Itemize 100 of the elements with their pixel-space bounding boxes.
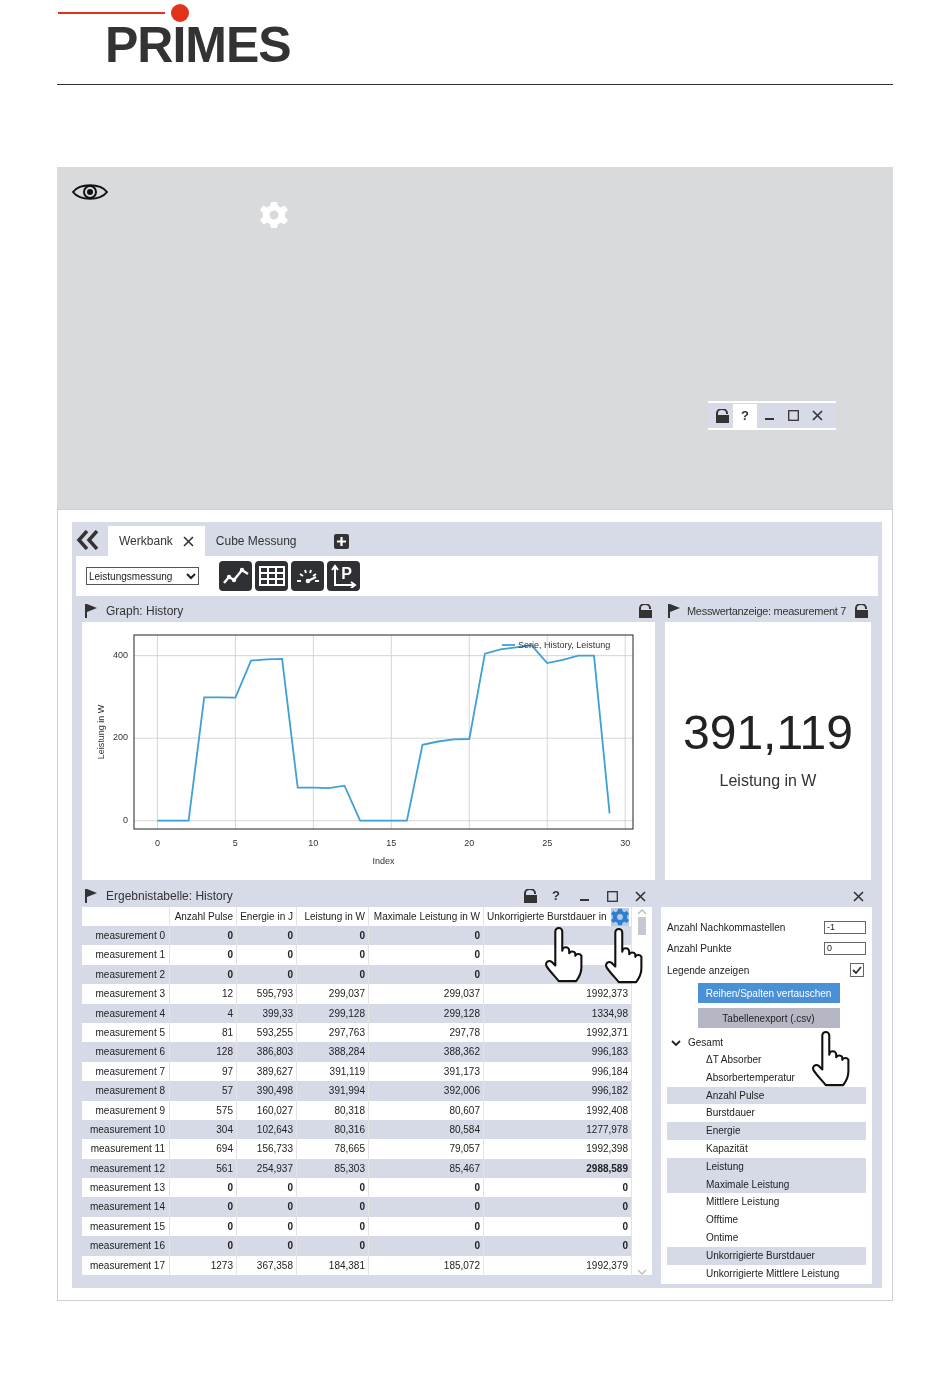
collapse-icon[interactable]	[76, 530, 100, 550]
table-cell: 0	[237, 1197, 297, 1217]
parameter-view-button[interactable]: P	[327, 561, 360, 591]
row-header: measurement 16	[82, 1236, 170, 1256]
table-cell: 388,362	[369, 1042, 484, 1062]
maximize-icon[interactable]	[787, 410, 799, 421]
close-icon[interactable]	[634, 890, 646, 902]
legend-checkbox[interactable]	[850, 963, 864, 977]
tree-item[interactable]: Kapazität	[667, 1140, 866, 1158]
axis-tick-label: 30	[620, 837, 631, 850]
graph-view-button[interactable]	[219, 561, 252, 591]
chevron-down-icon	[186, 572, 196, 580]
checkbox-label: Legende anzeigen	[667, 963, 750, 978]
padlock-icon[interactable]	[714, 408, 730, 423]
row-header: measurement 11	[82, 1139, 170, 1159]
table-cell: 0	[237, 945, 297, 965]
table-cell: 575	[170, 1100, 237, 1120]
minimize-icon[interactable]	[764, 417, 774, 420]
number-field[interactable]: -1	[824, 921, 866, 934]
add-tab-icon[interactable]	[333, 534, 349, 549]
table-cell: 156,733	[237, 1139, 297, 1159]
field-label: Anzahl Punkte	[667, 942, 732, 956]
mode-dropdown[interactable]: Leistungsmessung	[86, 567, 199, 585]
table-cell: 185,072	[369, 1255, 484, 1276]
tree-item[interactable]: Energie	[667, 1122, 866, 1140]
tree-item[interactable]: Leistung	[667, 1157, 866, 1176]
gauge-view-button[interactable]	[291, 561, 324, 591]
table-cell: 57	[170, 1081, 237, 1101]
axis-tick-label: 25	[542, 837, 553, 850]
chevron-icon[interactable]	[671, 1038, 681, 1047]
table-cell: 128	[170, 1042, 237, 1062]
close-tab-icon[interactable]	[182, 535, 194, 547]
tab[interactable]: Werkbank	[108, 526, 205, 556]
axis-tick-label: 10	[308, 837, 319, 850]
table-cell: 0	[369, 1236, 484, 1256]
table-cell: 391,994	[297, 1081, 369, 1101]
table-cell: 0	[237, 1236, 297, 1256]
tree-item[interactable]: ΔT Absorber	[667, 1051, 866, 1069]
table-cell: 0	[170, 945, 237, 965]
gear-icon[interactable]	[611, 908, 629, 926]
tree-item[interactable]: Offtime	[667, 1211, 866, 1229]
padlock-icon[interactable]	[638, 604, 653, 618]
table-cell: 80,607	[369, 1100, 484, 1120]
table-cell: 1273	[170, 1255, 237, 1276]
table-cell: 0	[170, 1197, 237, 1217]
field-label: Anzahl Nachkommastellen	[667, 921, 786, 935]
axis-tick-label: 15	[386, 837, 397, 850]
axis-tick-label: 5	[232, 837, 238, 850]
flag-icon	[84, 604, 98, 618]
table-cell: 4	[170, 1003, 237, 1023]
axis-tick-label: 0	[154, 837, 160, 850]
axis-title: Leistung in W	[95, 704, 108, 760]
table-cell: 79,057	[369, 1139, 484, 1159]
table-cell: 367,358	[237, 1255, 297, 1276]
table-cell: 388,284	[297, 1042, 369, 1062]
tree-item[interactable]: Ontime	[667, 1228, 866, 1247]
tree-item[interactable]: Unkorrigierte Burstdauer	[667, 1246, 866, 1265]
scrollbar-thumb[interactable]	[638, 917, 646, 935]
panel-title: Ergebnistabelle: History	[106, 888, 234, 905]
number-field[interactable]: 0	[824, 942, 866, 955]
close-icon[interactable]	[853, 890, 864, 902]
row-header: measurement 8	[82, 1081, 170, 1101]
action-button[interactable]: Tabellenexport (.csv)	[697, 1008, 840, 1028]
tree-item[interactable]: Unkorrigierte Mittlere Leistung	[667, 1264, 866, 1283]
table-cell: 160,027	[237, 1100, 297, 1120]
panel-title: Messwertanzeige: measurement 7	[687, 603, 848, 619]
eye-icon	[72, 182, 108, 202]
table-cell: 0	[297, 945, 369, 965]
table-cell: 80,318	[297, 1100, 369, 1120]
tree-item[interactable]: Burstdauer	[667, 1104, 866, 1123]
table-cell: 0	[369, 1197, 484, 1217]
maximize-icon[interactable]	[606, 890, 618, 902]
help-button[interactable]: ?	[733, 403, 757, 428]
tree-node[interactable]: Gesamt	[667, 1034, 866, 1051]
tree-item[interactable]: Absorbertemperatur	[667, 1068, 866, 1087]
hand-cursor-icon	[811, 1031, 851, 1087]
axis-title: Index	[372, 855, 395, 868]
table-view-button[interactable]	[255, 561, 288, 591]
row-header: measurement 1	[82, 945, 170, 965]
table-cell: 0	[297, 1197, 369, 1217]
gauge-icon	[294, 567, 321, 585]
row-header: measurement 4	[82, 1003, 170, 1023]
flag-icon	[667, 604, 681, 618]
axis-tick-label: 0	[122, 814, 128, 827]
padlock-icon[interactable]	[523, 889, 538, 903]
axes-icon	[330, 564, 357, 588]
table-cell: 595,793	[237, 984, 297, 1004]
padlock-icon[interactable]	[854, 604, 869, 618]
tab[interactable]: Cube Messung	[204, 526, 308, 556]
minimize-icon[interactable]	[579, 897, 589, 901]
table-cell: 0	[297, 1236, 369, 1256]
table-cell: 299,037	[369, 984, 484, 1004]
help-button[interactable]: ?	[546, 886, 566, 906]
axis-tick-label: 400	[111, 648, 128, 662]
tree-item[interactable]: Mittlere Leistung	[667, 1193, 866, 1212]
table-cell: 299,128	[297, 1003, 369, 1023]
table-cell: 399,33	[237, 1003, 297, 1023]
tree-item[interactable]: Anzahl Pulse	[667, 1086, 866, 1105]
table-cell: 0	[170, 1236, 237, 1256]
close-icon[interactable]	[811, 410, 823, 421]
